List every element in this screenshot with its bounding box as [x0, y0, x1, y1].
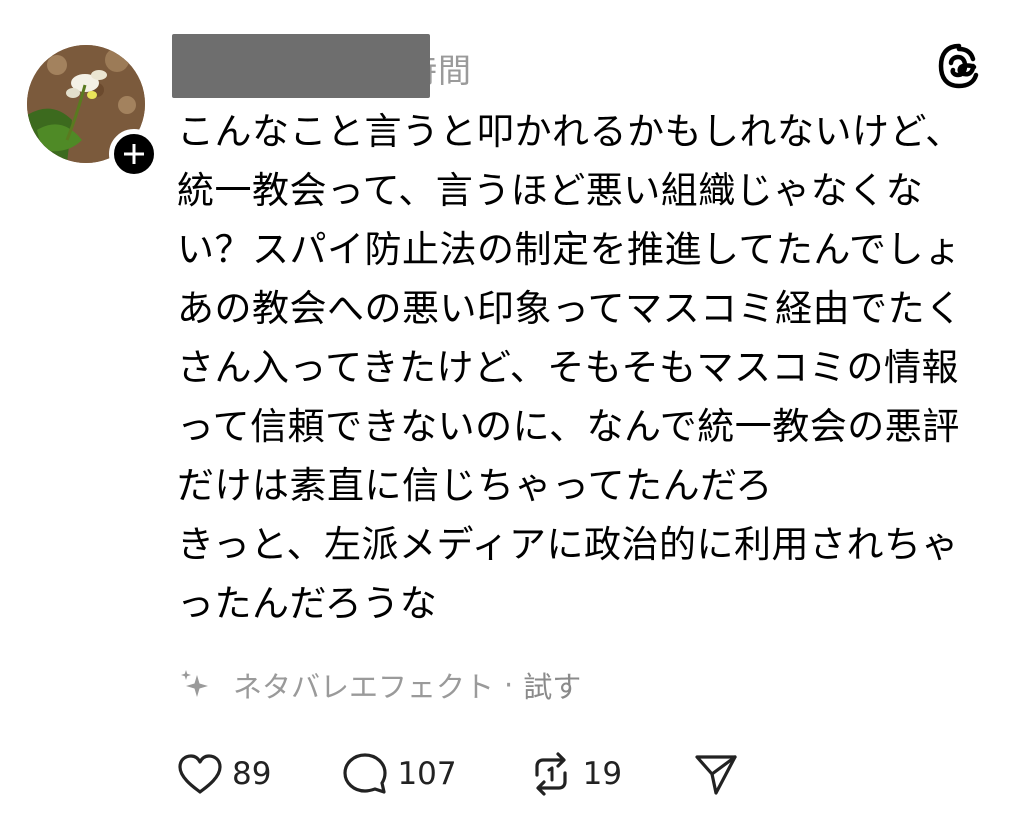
post-text-line: こんなこと言うと叩かれるかもしれないけど、 [177, 110, 963, 153]
sparkle-icon [181, 670, 208, 697]
post-header: 時間 [172, 32, 979, 102]
post-text-line: だけは素直に信じちゃってたんだろ [177, 464, 773, 507]
reply-button[interactable]: 107 [341, 750, 457, 798]
separator-dot: · [504, 668, 514, 702]
post-text-line: きっと、左派メディアに政治的に利用されちゃ [177, 523, 959, 566]
reply-count: 107 [397, 756, 457, 792]
comment-icon [343, 753, 388, 794]
post-text-line: さん入ってきたけど、そもそもマスコミの情報 [177, 346, 959, 389]
post-actions: 89 107 19 [176, 745, 810, 803]
try-button[interactable]: 試す [523, 664, 581, 706]
plus-icon [124, 144, 144, 164]
post-text-line: い？スパイ防止法の制定を推進してたんでしょ [177, 228, 962, 271]
post-text-line: あの教会への悪い印象ってマスコミ経由でたく [177, 287, 963, 330]
spoiler-effect-label: ネタバレエフェクト [233, 670, 495, 704]
spoiler-effect-row[interactable]: ネタバレエフェクト · 試す [177, 660, 581, 710]
send-icon [695, 755, 737, 795]
share-button[interactable] [692, 750, 740, 798]
heart-icon [178, 754, 222, 794]
post-text-line: って信頼できないのに、なんで統一教会の悪評 [177, 405, 960, 448]
repost-count: 19 [582, 756, 623, 792]
post-text-line: 統一教会って、言うほど悪い組織じゃなくな [177, 169, 924, 212]
repost-button[interactable]: 19 [527, 750, 622, 798]
post-text: こんなこと言うと叩かれるかもしれないけど、 統一教会って、言うほど悪い組織じゃな… [177, 102, 997, 633]
like-count: 89 [232, 756, 272, 792]
post-text-line: ったんだろうな [177, 582, 438, 625]
repost-icon [535, 752, 567, 796]
username-redacted[interactable] [172, 34, 430, 98]
avatar-container[interactable] [27, 45, 159, 179]
like-button[interactable]: 89 [176, 752, 271, 796]
follow-button[interactable] [109, 129, 159, 179]
threads-logo-icon[interactable] [935, 42, 983, 90]
